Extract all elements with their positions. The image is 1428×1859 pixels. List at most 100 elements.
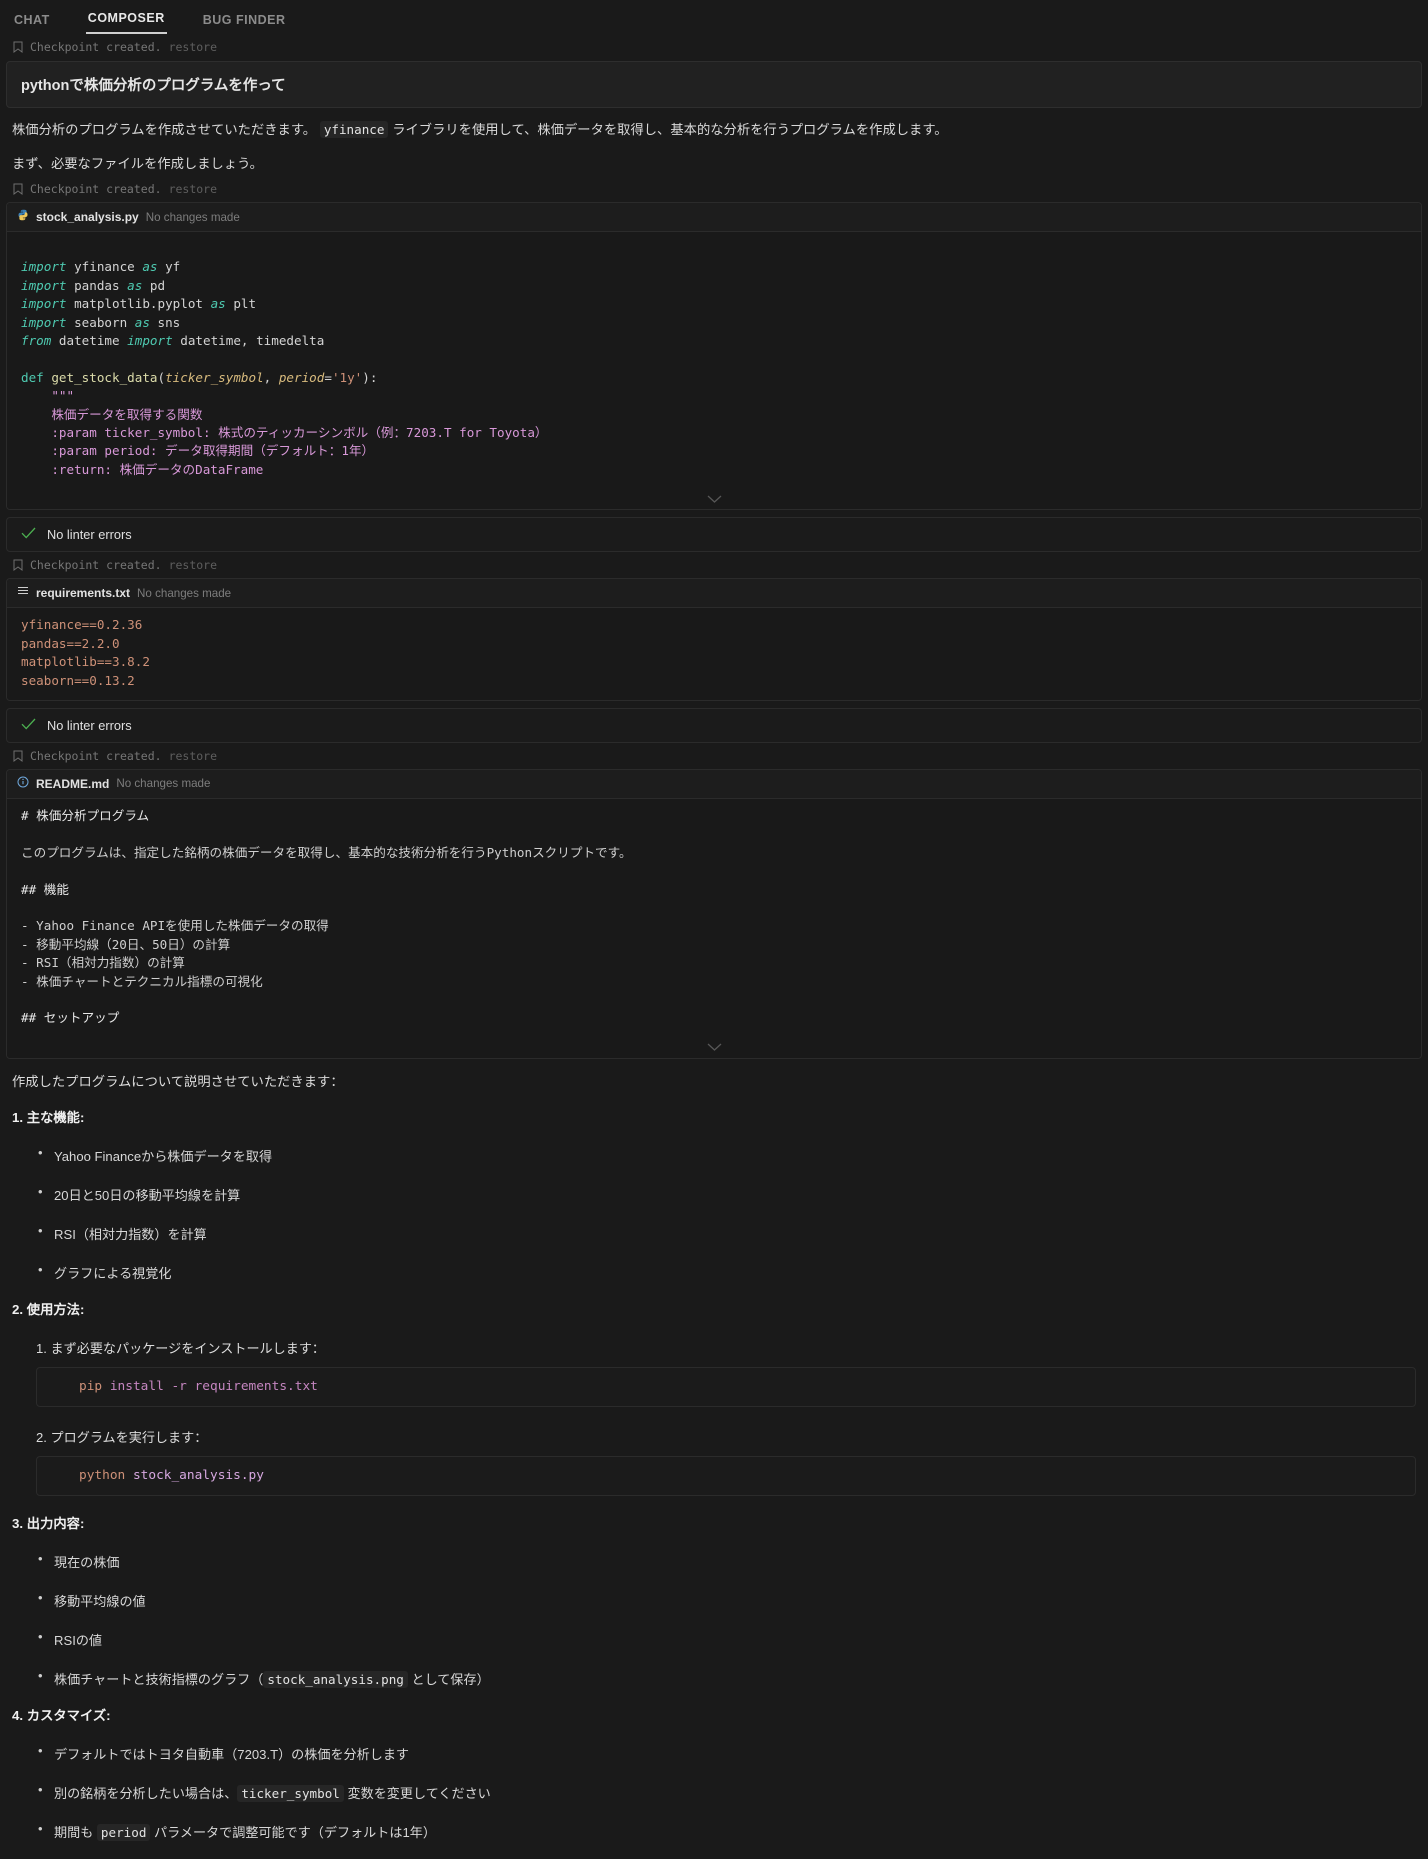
check-icon [21,527,36,542]
command-program: python [79,1467,126,1483]
checkpoint-label: Checkpoint created. [30,748,162,763]
file-card-header[interactable]: stock_analysis.py No changes made [7,203,1421,232]
bookmark-icon [13,183,23,195]
code-line: 株価データを取得する関数 [21,406,203,422]
code-line: - Yahoo Finance APIを使用した株価データの取得 [21,918,329,934]
section-number: 2. [12,1301,24,1317]
inline-code-ticker-symbol: ticker_symbol [237,1784,344,1802]
command-args: stock_analysis.py [132,1467,264,1483]
section-title: 主な機能: [26,1109,85,1125]
code-line: seaborn==0.13.2 [21,672,135,688]
list-item: 現在の株価 [12,1551,1416,1571]
linter-label: No linter errors [47,527,132,543]
inline-code-period: period [96,1823,151,1841]
list-item: Yahoo Financeから株価データを取得 [12,1145,1416,1165]
checkpoint-restore-link[interactable]: restore [169,558,217,572]
expand-code-button[interactable] [7,489,1421,510]
code-line: from datetime import datetime, timedelta [21,333,325,349]
section-number: 1. [12,1109,24,1125]
file-card-header[interactable]: README.md No changes made [7,769,1421,799]
assistant-explanation: 作成したプログラムについて説明させていただきます： 1. 主な機能: Yahoo… [0,1071,1428,1859]
code-line: import seaborn as sns [21,314,181,330]
chevron-down-icon [707,495,721,503]
intro-text-b: ライブラリを使用して、株価データを取得し、基本的な分析を行うプログラムを作成しま… [392,122,948,137]
file-name-label: requirements.txt [36,586,131,601]
code-block-requirements: yfinance==0.2.36 pandas==2.2.0 matplotlib=… [7,608,1421,700]
inline-code-png: stock_analysis.png [263,1670,408,1688]
check-icon [21,718,36,733]
section-number: 4. [12,1707,24,1723]
code-line: :param period: データ取得期間（デフォルト：1年） [21,443,375,459]
section-1-bullets: Yahoo Financeから株価データを取得 20日と50日の移動平均線を計算… [12,1145,1416,1282]
checkpoint-restore-link[interactable]: restore [169,40,217,54]
chevron-down-icon [707,1043,721,1052]
text-file-icon [17,584,29,602]
bullet-text-post: として保存） [407,1671,490,1687]
section-title: カスタマイズ: [26,1707,111,1723]
file-card-readme-md[interactable]: README.md No changes made # 株価分析プログラム この… [6,768,1422,1059]
code-line: """ [21,388,75,404]
section-number: 3. [12,1515,24,1531]
intro-text-a: 株価分析のプログラムを作成させていただきます。 [12,122,317,137]
list-item: RSIの値 [12,1629,1416,1649]
file-card-header[interactable]: requirements.txt No changes made [7,579,1421,609]
code-line: ## セットアップ [21,1010,120,1026]
checkpoint-restore-link[interactable]: restore [169,749,217,763]
linter-label: No linter errors [47,717,132,733]
bullet-text-pre: 株価チャートと技術指標のグラフ（ [54,1671,264,1687]
section-2-steps: 1. まず必要なパッケージをインストールします： [12,1338,1416,1357]
section-3-bullets: 現在の株価 移動平均線の値 RSIの値 株価チャートと技術指標のグラフ（stoc… [12,1551,1416,1688]
list-item: 1. まず必要なパッケージをインストールします： [36,1340,326,1356]
file-card-requirements-txt[interactable]: requirements.txt No changes made yfinanc… [6,578,1422,701]
code-line: import pandas as pd [21,277,166,293]
checkpoint-label: Checkpoint created. [30,182,162,196]
code-line: matplotlib==3.8.2 [21,654,150,670]
section-2-steps: 2. プログラムを実行します： [12,1427,1416,1446]
inline-code-yfinance: yfinance [319,121,389,138]
composer-tab-bar: CHAT COMPOSER BUG FINDER [0,0,1428,34]
intro-paragraph-1: 株価分析のプログラムを作成させていただきます。 yfinance ライブラリを使… [12,117,1416,142]
checkpoint-row: Checkpoint created. restore [0,742,1428,768]
checkpoint-label: Checkpoint created. [30,40,162,54]
section-4-bullets: デフォルトではトヨタ自動車（7203.T）の株価を分析します 別の銘柄を分析した… [12,1743,1416,1841]
bullet-text-pre: 期間も [54,1824,97,1840]
file-card-stock-analysis-py[interactable]: stock_analysis.py No changes made import… [6,202,1422,511]
code-line: - RSI（相対力指数）の計算 [21,955,185,971]
section-title: 使用方法: [26,1301,85,1317]
list-item: 株価チャートと技術指標のグラフ（stock_analysis.png として保存… [12,1668,1416,1688]
explanation-section-1: 1. 主な機能: [12,1107,1416,1126]
code-line: このプログラムは、指定した銘柄の株価データを取得し、基本的な技術分析を行うPyt… [21,844,632,860]
expand-code-button[interactable] [7,1037,1421,1058]
user-prompt-input[interactable]: pythonで株価分析のプログラムを作って [6,61,1422,108]
linter-status-row: No linter errors [6,517,1422,553]
explanation-intro: 作成したプログラムについて説明させていただきます： [12,1073,344,1089]
checkpoint-restore-link[interactable]: restore [169,182,217,196]
tab-bug-finder[interactable]: BUG FINDER [201,13,288,34]
code-block-markdown: # 株価分析プログラム このプログラムは、指定した銘柄の株価データを取得し、基本… [7,798,1421,1038]
tab-composer[interactable]: COMPOSER [85,11,167,34]
bookmark-icon [13,41,23,53]
code-line: import matplotlib.pyplot as plt [21,296,257,312]
tab-chat[interactable]: CHAT [12,13,52,34]
checkpoint-row: Checkpoint created. restore [0,176,1428,201]
code-line: :return: 株価データのDataFrame [21,461,264,477]
linter-status-row: No linter errors [6,707,1422,743]
file-status-label: No changes made [137,586,232,600]
explanation-section-4: 4. カスタマイズ: [12,1705,1416,1724]
list-item: 別の銘柄を分析したい場合は、ticker_symbol 変数を変更してください [12,1782,1416,1802]
code-line: import yfinance as yf [21,259,181,275]
file-name-label: README.md [36,776,110,791]
list-item: 移動平均線の値 [12,1590,1416,1610]
list-item: グラフによる視覚化 [12,1262,1416,1282]
file-name-label: stock_analysis.py [36,210,139,224]
list-item: 20日と50日の移動平均線を計算 [12,1184,1416,1204]
code-line: - 移動平均線（20日、50日）の計算 [21,936,231,952]
command-program: pip [79,1378,103,1394]
command-block-pip-install: pip install -r requirements.txt [36,1366,1416,1407]
intro-paragraph-2: まず、必要なファイルを作成しましょう。 [12,156,263,171]
code-line: ## 機能 [21,881,69,897]
